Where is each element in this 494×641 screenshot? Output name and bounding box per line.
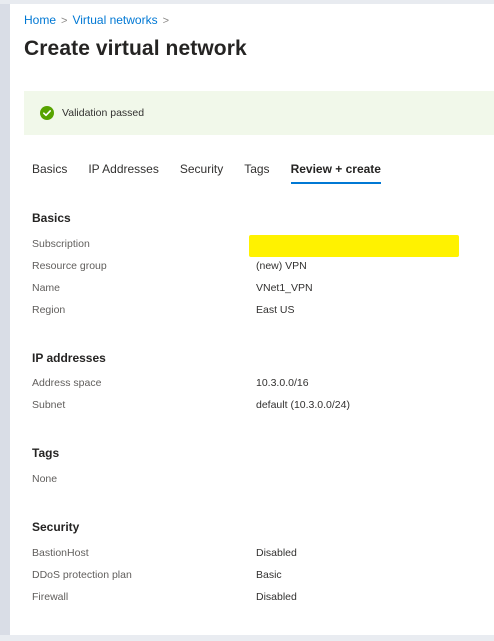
breadcrumb-separator: > bbox=[162, 15, 170, 27]
subscription-value-redacted bbox=[249, 235, 459, 257]
tags-none: None bbox=[32, 473, 58, 485]
label-ddos-protection-plan: DDoS protection plan bbox=[32, 569, 132, 581]
value-bastion-host: Disabled bbox=[256, 547, 297, 559]
section-title-security: Security bbox=[32, 520, 80, 534]
value-name: VNet1_VPN bbox=[256, 282, 313, 294]
label-bastion-host: BastionHost bbox=[32, 547, 89, 559]
check-circle-icon bbox=[40, 106, 54, 120]
value-region: East US bbox=[256, 304, 295, 316]
review-page: Home > Virtual networks > Create virtual ne… bbox=[10, 4, 494, 635]
label-region: Region bbox=[32, 304, 66, 316]
tab-strip: Basics IP Addresses Security Tags Review… bbox=[32, 162, 402, 184]
section-title-basics: Basics bbox=[32, 211, 71, 225]
label-name: Name bbox=[32, 282, 61, 294]
label-subnet: Subnet bbox=[32, 399, 66, 411]
breadcrumb-home[interactable]: Home bbox=[24, 13, 56, 27]
tab-security[interactable]: Security bbox=[180, 162, 223, 184]
breadcrumb-separator: > bbox=[61, 15, 68, 27]
value-resource-group: (new) VPN bbox=[256, 260, 307, 272]
tab-review-create[interactable]: Review + create bbox=[290, 162, 382, 184]
tab-tags[interactable]: Tags bbox=[244, 162, 269, 184]
left-edge bbox=[0, 0, 10, 641]
section-title-tags: Tags bbox=[32, 446, 60, 460]
value-ddos-protection-plan: Basic bbox=[256, 569, 282, 581]
value-subnet: default (10.3.0.0/24) bbox=[256, 399, 350, 411]
page-title: Create virtual network bbox=[24, 37, 247, 60]
label-subscription: Subscription bbox=[32, 238, 90, 250]
validation-banner: Validation passed bbox=[24, 91, 494, 135]
breadcrumb: Home > Virtual networks > bbox=[24, 13, 174, 27]
section-title-ip-addresses: IP addresses bbox=[32, 351, 106, 365]
bottom-edge bbox=[0, 635, 494, 641]
breadcrumb-virtual-networks[interactable]: Virtual networks bbox=[72, 13, 157, 27]
label-firewall: Firewall bbox=[32, 591, 69, 603]
label-resource-group: Resource group bbox=[32, 260, 107, 272]
value-firewall: Disabled bbox=[256, 591, 297, 603]
value-address-space: 10.3.0.0/16 bbox=[256, 377, 309, 389]
tab-basics[interactable]: Basics bbox=[32, 162, 67, 184]
label-address-space: Address space bbox=[32, 377, 102, 389]
validation-message: Validation passed bbox=[62, 107, 145, 119]
tab-ip-addresses[interactable]: IP Addresses bbox=[88, 162, 159, 184]
